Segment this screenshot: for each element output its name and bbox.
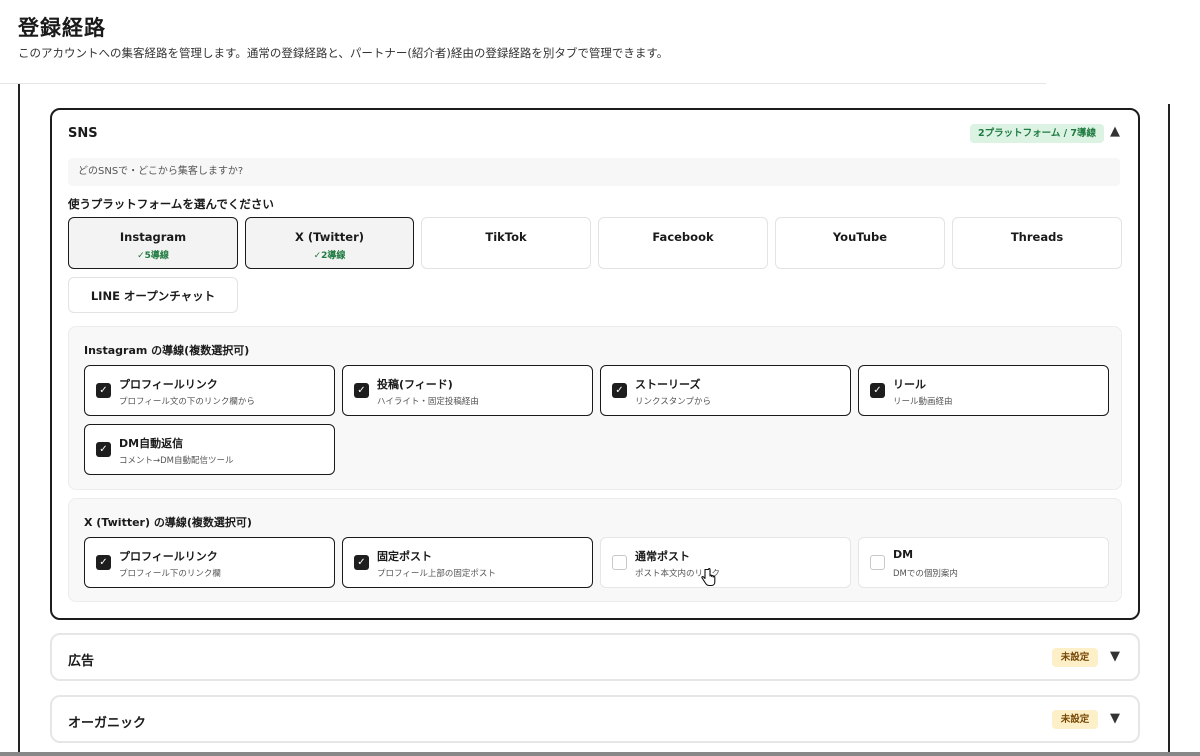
platform-name: TikTok bbox=[485, 230, 527, 244]
platform-name: Threads bbox=[1010, 230, 1064, 244]
platform-name: X (Twitter) bbox=[295, 230, 364, 244]
option-title: プロフィールリンク bbox=[119, 378, 218, 391]
checkbox-unchecked-icon[interactable] bbox=[612, 555, 627, 570]
frame-divider-right bbox=[1168, 104, 1170, 756]
option-title: DM自動返信 bbox=[119, 437, 184, 450]
x-option-profile-link[interactable]: ✓ プロフィールリンク プロフィール下のリンク欄 bbox=[84, 537, 335, 588]
instagram-routes-panel: Instagram の導線(複数選択可) ✓ プロフィールリンク プロフィール文… bbox=[68, 326, 1122, 490]
checkbox-checked-icon[interactable]: ✓ bbox=[354, 555, 369, 570]
option-subtitle: リンクスタンプから bbox=[635, 397, 711, 407]
checkbox-checked-icon[interactable]: ✓ bbox=[96, 442, 111, 457]
platform-tiktok-button[interactable]: TikTok bbox=[421, 217, 591, 269]
x-routes-panel: X (Twitter) の導線(複数選択可) ✓ プロフィールリンク プロフィー… bbox=[68, 498, 1122, 602]
x-option-pinned-post[interactable]: ✓ 固定ポスト プロフィール上部の固定ポスト bbox=[342, 537, 593, 588]
x-option-dm[interactable]: DM DMでの個別案内 bbox=[858, 537, 1109, 588]
platform-instagram-button[interactable]: Instagram ✓5導線 bbox=[68, 217, 238, 269]
organic-section-card[interactable]: オーガニック 未設定 ▼ bbox=[50, 695, 1140, 743]
platform-name: Instagram bbox=[119, 230, 187, 244]
sns-section-card: SNS 2プラットフォーム / 7導線 ▲ どのSNSで・どこから集客しますか?… bbox=[50, 108, 1140, 620]
checkbox-checked-icon[interactable]: ✓ bbox=[96, 383, 111, 398]
ads-section-card[interactable]: 広告 未設定 ▼ bbox=[50, 633, 1140, 681]
checkbox-checked-icon[interactable]: ✓ bbox=[96, 555, 111, 570]
platform-x-button[interactable]: X (Twitter) ✓2導線 bbox=[245, 217, 414, 269]
ads-section-title: 広告 bbox=[68, 654, 95, 669]
option-title: プロフィールリンク bbox=[119, 550, 218, 563]
option-title: リール bbox=[893, 378, 926, 391]
option-title: ストーリーズ bbox=[635, 378, 701, 391]
option-title: 投稿(フィード) bbox=[377, 378, 453, 391]
option-title: 固定ポスト bbox=[377, 550, 432, 563]
option-title: 通常ポスト bbox=[635, 550, 690, 563]
ig-option-stories[interactable]: ✓ ストーリーズ リンクスタンプから bbox=[600, 365, 851, 416]
collapse-caret-icon[interactable]: ▲ bbox=[1110, 124, 1120, 139]
x-routes-title: X (Twitter) の導線(複数選択可) bbox=[84, 516, 252, 529]
ig-option-profile-link[interactable]: ✓ プロフィールリンク プロフィール文の下のリンク欄から bbox=[84, 365, 335, 416]
bottom-edge bbox=[0, 752, 1200, 756]
option-subtitle: ハイライト・固定投稿経由 bbox=[377, 397, 479, 407]
expand-caret-icon[interactable]: ▼ bbox=[1110, 649, 1120, 664]
expand-caret-icon[interactable]: ▼ bbox=[1110, 711, 1120, 726]
instagram-routes-title: Instagram の導線(複数選択可) bbox=[84, 344, 250, 357]
platform-threads-button[interactable]: Threads bbox=[952, 217, 1122, 269]
platform-line-openchat-button[interactable]: LINE オープンチャット bbox=[68, 277, 238, 313]
ig-option-dm-auto-reply[interactable]: ✓ DM自動返信 コメント→DM自動配信ツール bbox=[84, 424, 335, 475]
checkbox-checked-icon[interactable]: ✓ bbox=[612, 383, 627, 398]
page-title: 登録経路 bbox=[18, 16, 106, 40]
option-subtitle: プロフィール文の下のリンク欄から bbox=[119, 397, 255, 407]
platform-name: YouTube bbox=[832, 230, 888, 244]
frame-divider-left bbox=[18, 84, 20, 756]
option-subtitle: プロフィール下のリンク欄 bbox=[119, 569, 221, 579]
checkbox-checked-icon[interactable]: ✓ bbox=[354, 383, 369, 398]
page-header: 登録経路 このアカウントへの集客経路を管理します。通常の登録経路と、パートナー(… bbox=[0, 0, 1046, 84]
option-subtitle: リール動画経由 bbox=[893, 397, 953, 407]
checkbox-unchecked-icon[interactable] bbox=[870, 555, 885, 570]
ig-option-reels[interactable]: ✓ リール リール動画経由 bbox=[858, 365, 1109, 416]
platform-name: Facebook bbox=[652, 230, 714, 244]
ig-option-feed-post[interactable]: ✓ 投稿(フィード) ハイライト・固定投稿経由 bbox=[342, 365, 593, 416]
ads-status-badge: 未設定 bbox=[1052, 648, 1098, 667]
platform-choose-label: 使うプラットフォームを選んでください bbox=[68, 197, 274, 211]
platform-youtube-button[interactable]: YouTube bbox=[775, 217, 945, 269]
page-description: このアカウントへの集客経路を管理します。通常の登録経路と、パートナー(紹介者)経… bbox=[18, 46, 669, 60]
platform-facebook-button[interactable]: Facebook bbox=[598, 217, 768, 269]
sns-section-title[interactable]: SNS bbox=[68, 126, 98, 141]
organic-status-badge: 未設定 bbox=[1052, 710, 1098, 729]
option-subtitle: コメント→DM自動配信ツール bbox=[119, 456, 234, 466]
hand-cursor-icon bbox=[701, 568, 716, 587]
organic-section-title: オーガニック bbox=[68, 716, 147, 731]
option-title: DM bbox=[893, 548, 914, 561]
option-subtitle: DMでの個別案内 bbox=[893, 569, 958, 579]
platform-name: LINE オープンチャット bbox=[90, 289, 216, 303]
option-subtitle: プロフィール上部の固定ポスト bbox=[377, 569, 496, 579]
sns-hint: どのSNSで・どこから集客しますか? bbox=[68, 158, 1120, 186]
sns-summary-badge: 2プラットフォーム / 7導線 bbox=[970, 124, 1105, 143]
platform-route-count: ✓2導線 bbox=[313, 251, 346, 261]
platform-route-count: ✓5導線 bbox=[137, 251, 169, 261]
checkbox-checked-icon[interactable]: ✓ bbox=[870, 383, 885, 398]
x-option-normal-post[interactable]: 通常ポスト ポスト本文内のリンク bbox=[600, 537, 851, 588]
